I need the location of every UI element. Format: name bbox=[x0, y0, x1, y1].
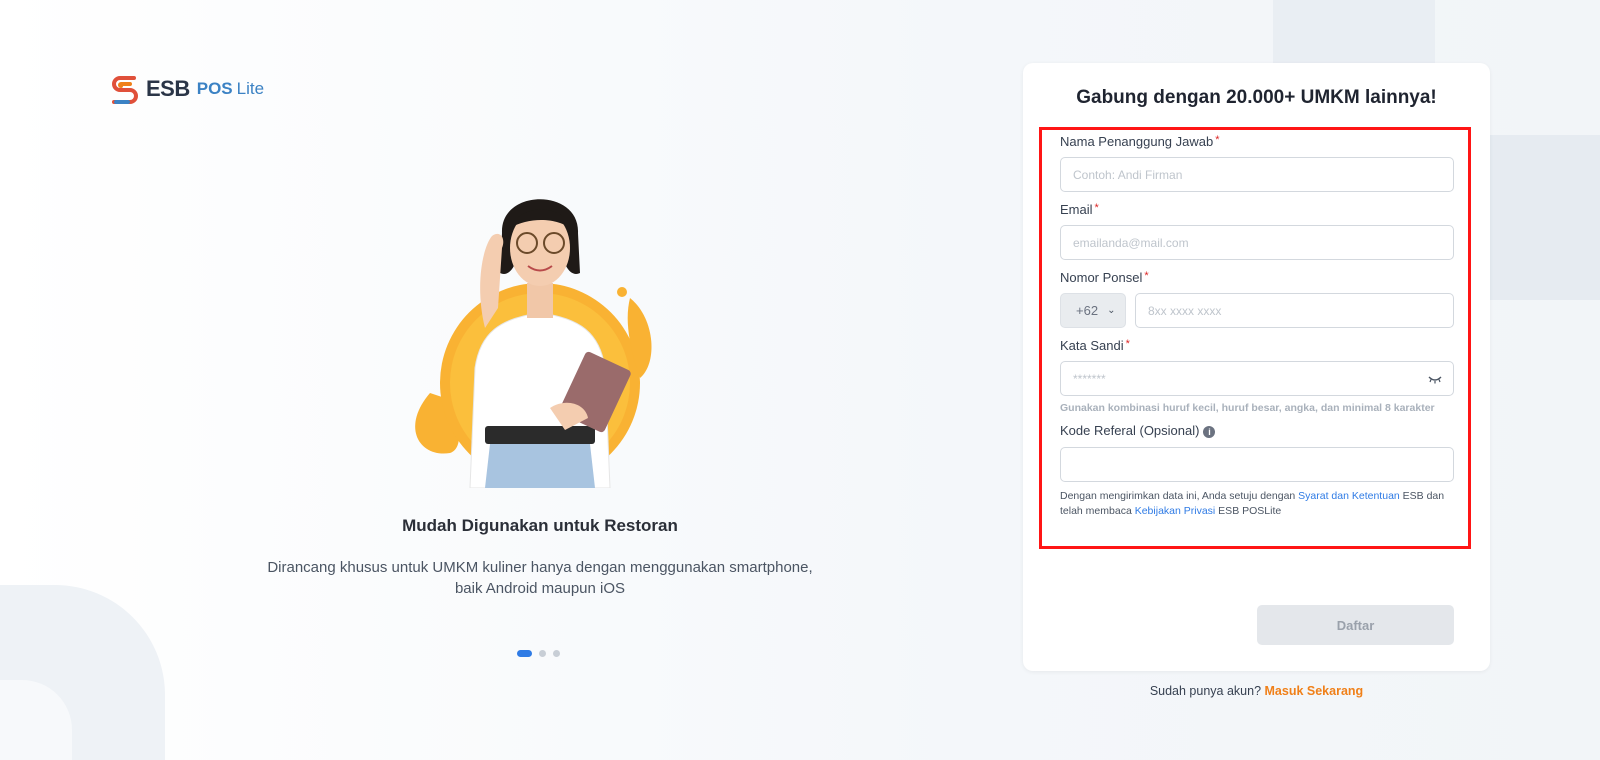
login-prompt: Sudah punya akun? bbox=[1149, 684, 1262, 698]
chevron-down-icon: ⌄ bbox=[1107, 305, 1116, 316]
form-title: Gabung dengan 20.000+ UMKM lainnya! bbox=[1076, 87, 1437, 108]
country-code-select[interactable]: +62 ⌄ bbox=[1060, 293, 1126, 328]
password-placeholder: ******* bbox=[1073, 371, 1106, 386]
email-placeholder: emailanda@mail.com bbox=[1073, 235, 1189, 250]
referral-input[interactable] bbox=[1060, 447, 1454, 482]
eye-closed-icon[interactable] bbox=[1427, 371, 1443, 387]
country-code-value: +62 bbox=[1076, 303, 1099, 318]
terms-text: Dengan mengirimkan data ini, Anda setuju… bbox=[1060, 490, 1445, 517]
info-icon[interactable]: i bbox=[1203, 425, 1216, 438]
brand-name: ESB bbox=[146, 76, 190, 101]
privacy-link[interactable]: Kebijakan Privasi bbox=[1135, 505, 1216, 517]
brand-product-pos: POS bbox=[196, 79, 233, 98]
hero-title: Mudah Digunakan untuk Restoran bbox=[402, 516, 678, 535]
background-shape bbox=[1490, 135, 1600, 300]
password-hint: Gunakan kombinasi huruf kecil, huruf bes… bbox=[1060, 402, 1435, 414]
name-label: Nama Penanggung Jawab * bbox=[1060, 134, 1220, 149]
brand-product-lite: Lite bbox=[236, 79, 265, 98]
login-link[interactable]: Masuk Sekarang bbox=[1265, 684, 1364, 698]
carousel-dot-1[interactable] bbox=[517, 650, 532, 657]
required-mark: * bbox=[1215, 134, 1220, 146]
password-label: Kata Sandi * bbox=[1060, 338, 1130, 353]
phone-label: Nomor Ponsel * bbox=[1060, 270, 1149, 285]
required-mark: * bbox=[1125, 338, 1130, 350]
required-mark: * bbox=[1094, 202, 1099, 214]
referral-label: Kode Referal (Opsional) i bbox=[1060, 423, 1216, 438]
brand-logo: ESB POS Lite bbox=[108, 72, 264, 106]
esb-logo-icon bbox=[112, 76, 138, 104]
phone-input[interactable]: 8xx xxxx xxxx bbox=[1135, 293, 1454, 328]
name-input[interactable]: Contoh: Andi Firman bbox=[1060, 157, 1454, 192]
email-input[interactable]: emailanda@mail.com bbox=[1060, 225, 1454, 260]
phone-placeholder: 8xx xxxx xxxx bbox=[1148, 303, 1222, 318]
name-placeholder: Contoh: Andi Firman bbox=[1073, 167, 1183, 182]
password-input[interactable]: ******* bbox=[1060, 361, 1454, 396]
signup-page: ESB POS Lite Mudah Digunakan untuk Restor… bbox=[0, 0, 1600, 760]
submit-button[interactable]: Daftar bbox=[1257, 605, 1454, 645]
carousel-dot-2[interactable] bbox=[539, 650, 546, 657]
carousel-dot-3[interactable] bbox=[553, 650, 560, 657]
registration-card: Gabung dengan 20.000+ UMKM lainnya! Nama… bbox=[1023, 63, 1490, 671]
carousel-indicators bbox=[517, 650, 560, 657]
required-mark: * bbox=[1144, 270, 1149, 282]
login-prompt-row: Sudah punya akun? Masuk Sekarang bbox=[1023, 684, 1490, 698]
terms-link[interactable]: Syarat dan Ketentuan bbox=[1298, 490, 1400, 502]
email-label: Email * bbox=[1060, 202, 1099, 217]
hero-description: Dirancang khusus untuk UMKM kuliner hany… bbox=[267, 559, 813, 597]
hero-illustration bbox=[415, 199, 652, 488]
